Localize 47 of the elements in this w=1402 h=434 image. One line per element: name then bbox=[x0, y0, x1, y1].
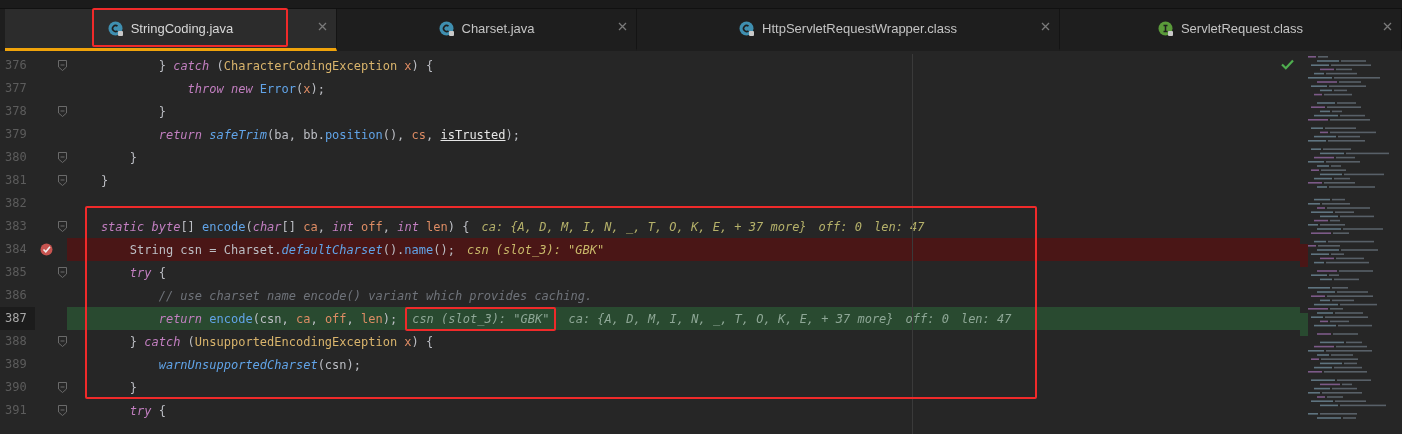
close-icon[interactable] bbox=[618, 22, 627, 31]
code-line: } bbox=[99, 173, 109, 188]
line-number: 387 bbox=[0, 307, 35, 330]
close-icon[interactable] bbox=[318, 22, 327, 31]
code-line: warnUnsupportedCharset(csn); bbox=[157, 357, 361, 372]
code-line: throw new Error(x); bbox=[186, 81, 325, 96]
fold-marker-icon[interactable] bbox=[57, 221, 67, 232]
debug-value-hint: off: 0 bbox=[905, 311, 949, 326]
tab-label: Charset.java bbox=[461, 21, 535, 36]
code-line: return encode(csn, ca, off, len); bbox=[157, 311, 398, 326]
code-line: return safeTrim(ba, bb.position(), cs, isTrusted); bbox=[157, 127, 520, 142]
fold-marker-icon[interactable] bbox=[57, 175, 67, 186]
fold-marker-icon[interactable] bbox=[57, 106, 67, 117]
code-line: String csn = Charset.defaultCharset().name(); bbox=[128, 242, 455, 257]
tab-label: StringCoding.java bbox=[130, 21, 234, 36]
close-icon[interactable] bbox=[1383, 22, 1392, 31]
breakpoint-icon[interactable] bbox=[39, 243, 53, 256]
debug-value-hint: csn (slot_3): "GBK" bbox=[466, 242, 605, 257]
check-icon bbox=[1281, 59, 1294, 70]
code-line: // use charset name encode() variant which provides caching. bbox=[157, 288, 593, 303]
interface-file-icon bbox=[1157, 20, 1174, 37]
fold-marker-icon[interactable] bbox=[57, 405, 67, 416]
class-file-icon bbox=[107, 20, 124, 37]
code-line: try { bbox=[128, 403, 166, 418]
code-line: } bbox=[128, 150, 138, 165]
debug-value-hint: ca: {A, D, M, I, N, _, T, O, K, E, + 37 more} bbox=[568, 311, 894, 326]
code-line: static byte[] encode(char[] ca, int off, int len) { bbox=[99, 219, 470, 234]
code-line: } bbox=[128, 380, 138, 395]
debug-value-hint: len: 47 bbox=[960, 311, 1012, 326]
fold-marker-icon[interactable] bbox=[57, 336, 67, 347]
debug-value-hint: off: 0 bbox=[818, 219, 862, 234]
debug-value-hint: ca: {A, D, M, I, N, _, T, O, K, E, + 37 more} bbox=[481, 219, 807, 234]
tab-label: ServletRequest.class bbox=[1180, 21, 1304, 36]
class-file-icon bbox=[739, 20, 756, 37]
editor-tab[interactable]: StringCoding.java bbox=[5, 9, 337, 51]
tab-label: HttpServletRequestWrapper.class bbox=[762, 21, 957, 36]
fold-marker-icon[interactable] bbox=[57, 382, 67, 393]
code-line: } bbox=[157, 104, 166, 119]
fold-marker-icon[interactable] bbox=[57, 152, 67, 163]
code-line: } catch (UnsupportedEncodingException x) { bbox=[128, 334, 434, 349]
class-file-icon bbox=[438, 20, 455, 37]
close-icon[interactable] bbox=[1041, 22, 1050, 31]
fold-marker-icon[interactable] bbox=[57, 60, 67, 71]
debug-value-hint: csn (slot_3): "GBK" bbox=[405, 306, 557, 331]
code-line: try { bbox=[128, 265, 166, 280]
code-line: } catch (CharacterCodingException x) { bbox=[157, 58, 434, 73]
fold-marker-icon[interactable] bbox=[57, 267, 67, 278]
